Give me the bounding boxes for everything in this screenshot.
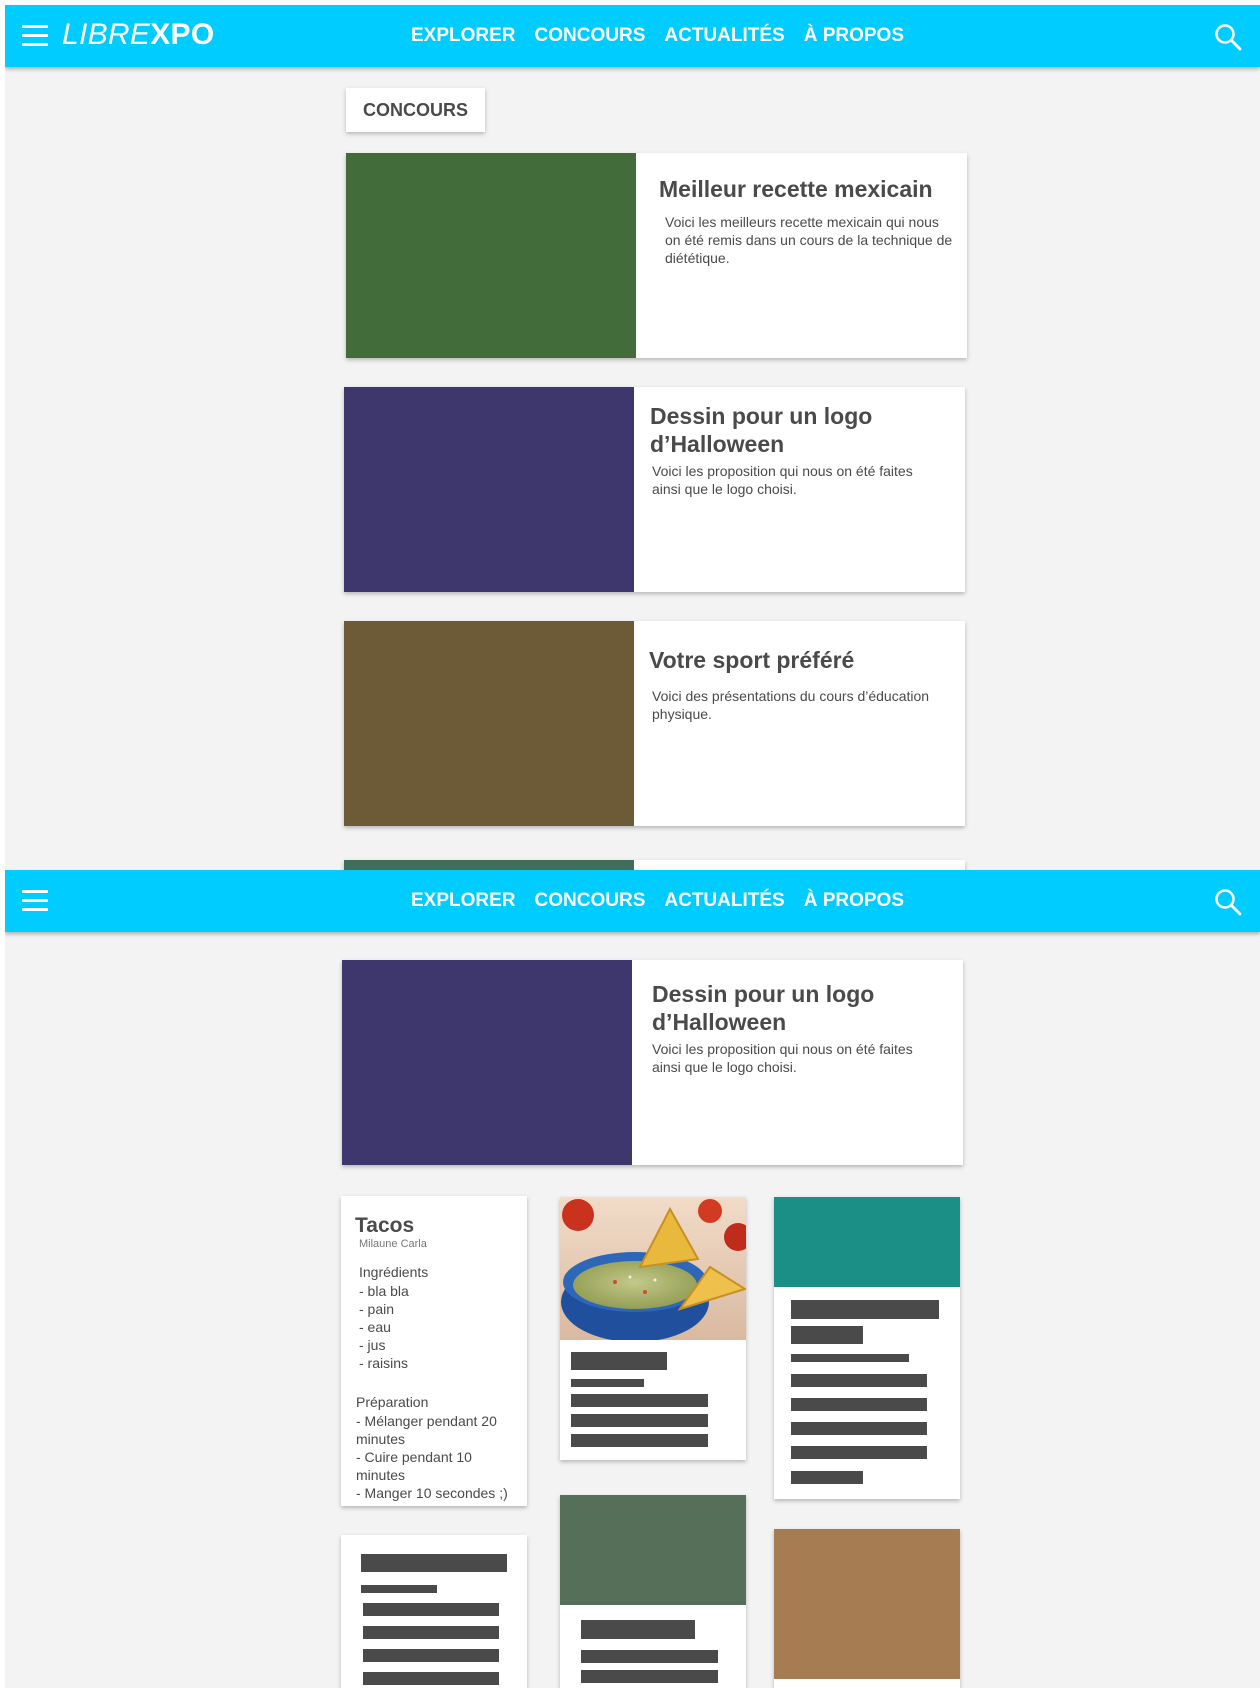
teal-card[interactable] xyxy=(774,1197,960,1499)
nav-concours[interactable]: CONCOURS xyxy=(535,890,646,912)
green-card[interactable] xyxy=(560,1495,746,1688)
contest-description: Voici les proposition qui nous on été fa… xyxy=(652,463,913,497)
section-label-concours: CONCOURS xyxy=(346,88,485,132)
app-logo[interactable]: LIBREXPO xyxy=(62,18,214,52)
text-placeholder xyxy=(791,1398,927,1411)
search-icon[interactable] xyxy=(1214,23,1242,51)
guacamole-photo xyxy=(560,1197,746,1340)
recipe-card-tacos[interactable]: Tacos Milaune Carla Ingrédients - bla bl… xyxy=(341,1196,527,1506)
text-placeholder xyxy=(571,1414,708,1427)
text-placeholder xyxy=(791,1422,927,1435)
text-placeholder xyxy=(571,1394,708,1407)
ingredient-item: - eau xyxy=(359,1319,391,1335)
ingredients-heading: Ingrédients xyxy=(359,1264,429,1280)
nav-explorer[interactable]: EXPLORER xyxy=(411,25,516,47)
ingredient-item: - bla bla xyxy=(359,1283,409,1299)
concours-list-screen: LIBREXPO EXPLORER CONCOURS ACTUALITÉS À … xyxy=(5,5,1260,870)
contest-thumbnail xyxy=(344,621,634,826)
placeholder-card[interactable] xyxy=(341,1535,527,1688)
contest-description: Voici les meilleurs recette mexicain qui… xyxy=(665,214,953,266)
guacamole-card[interactable] xyxy=(560,1197,746,1460)
contest-header-card: Dessin pour un logo d’Halloween Voici le… xyxy=(342,960,963,1165)
contest-thumbnail xyxy=(346,153,636,358)
contest-description: Voici les proposition qui nous on été fa… xyxy=(652,1041,913,1075)
ingredient-item: - pain xyxy=(359,1301,395,1317)
contest-title: Dessin pour un logo d’Halloween xyxy=(652,981,875,1035)
card-image xyxy=(560,1495,746,1605)
text-placeholder xyxy=(791,1326,863,1344)
contest-thumbnail xyxy=(344,387,634,592)
nav-actualites[interactable]: ACTUALITÉS xyxy=(664,25,784,47)
nav-actualites[interactable]: ACTUALITÉS xyxy=(664,890,784,912)
text-placeholder xyxy=(791,1471,863,1484)
text-placeholder xyxy=(581,1620,695,1639)
top-app-bar: EXPLORER CONCOURS ACTUALITÉS À PROPOS xyxy=(5,870,1260,932)
text-placeholder xyxy=(791,1354,909,1362)
contest-card-halloween[interactable]: Dessin pour un logo d’Halloween Voici le… xyxy=(344,387,965,592)
contest-thumbnail xyxy=(344,860,634,870)
search-icon[interactable] xyxy=(1214,888,1242,916)
text-placeholder xyxy=(361,1554,507,1572)
ingredient-item: - jus xyxy=(359,1337,386,1353)
hamburger-icon[interactable] xyxy=(22,25,48,47)
brown-card[interactable] xyxy=(774,1529,960,1688)
nav-concours[interactable]: CONCOURS xyxy=(535,25,646,47)
contest-card-recette[interactable]: Meilleur recette mexicain Voici les meil… xyxy=(346,153,967,358)
logo-bold-text: XPO xyxy=(150,18,215,51)
contest-title: Dessin pour un logo d’Halloween xyxy=(650,403,873,457)
text-placeholder xyxy=(791,1300,939,1319)
contest-card-partial[interactable] xyxy=(344,860,965,870)
logo-light-text: LIBRE xyxy=(62,18,151,51)
main-nav: EXPLORER CONCOURS ACTUALITÉS À PROPOS xyxy=(411,870,923,932)
preparation-step: - Mélanger pendant 20 minutes xyxy=(356,1413,497,1447)
contest-thumbnail xyxy=(342,960,632,1165)
recipe-title: Tacos xyxy=(355,1214,415,1237)
text-placeholder xyxy=(791,1374,927,1387)
hamburger-icon[interactable] xyxy=(22,890,48,912)
text-placeholder xyxy=(581,1650,718,1663)
card-image xyxy=(774,1529,960,1679)
contest-description: Voici des présentations du cours d’éduca… xyxy=(652,688,930,722)
nav-a-propos[interactable]: À PROPOS xyxy=(804,25,904,47)
contest-detail-screen: EXPLORER CONCOURS ACTUALITÉS À PROPOS De… xyxy=(5,870,1260,1688)
top-app-bar: LIBREXPO EXPLORER CONCOURS ACTUALITÉS À … xyxy=(5,5,1260,67)
preparation-heading: Préparation xyxy=(356,1394,429,1410)
text-placeholder xyxy=(363,1603,499,1616)
text-placeholder xyxy=(581,1670,718,1683)
preparation-list: - Mélanger pendant 20 minutes - Cuire pe… xyxy=(356,1412,521,1502)
nav-explorer[interactable]: EXPLORER xyxy=(411,890,516,912)
text-placeholder xyxy=(791,1446,927,1459)
text-placeholder xyxy=(363,1672,499,1685)
contest-title: Meilleur recette mexicain xyxy=(659,176,933,202)
text-placeholder xyxy=(363,1626,499,1639)
text-placeholder xyxy=(571,1379,644,1387)
ingredients-list: - bla bla - pain - eau - jus - raisins xyxy=(359,1282,409,1372)
text-placeholder xyxy=(571,1434,708,1447)
ingredient-item: - raisins xyxy=(359,1355,409,1371)
preparation-step: - Cuire pendant 10 minutes xyxy=(356,1449,472,1483)
text-placeholder xyxy=(571,1352,667,1370)
contest-title: Votre sport préféré xyxy=(649,647,855,673)
preparation-step: - Manger 10 secondes ;) xyxy=(356,1485,508,1501)
main-nav: EXPLORER CONCOURS ACTUALITÉS À PROPOS xyxy=(411,5,923,67)
text-placeholder xyxy=(363,1649,499,1662)
contest-card-sport[interactable]: Votre sport préféré Voici des présentati… xyxy=(344,621,965,826)
nav-a-propos[interactable]: À PROPOS xyxy=(804,890,904,912)
text-placeholder xyxy=(361,1585,437,1593)
recipe-author: Milaune Carla xyxy=(359,1238,427,1250)
card-image xyxy=(774,1197,960,1287)
